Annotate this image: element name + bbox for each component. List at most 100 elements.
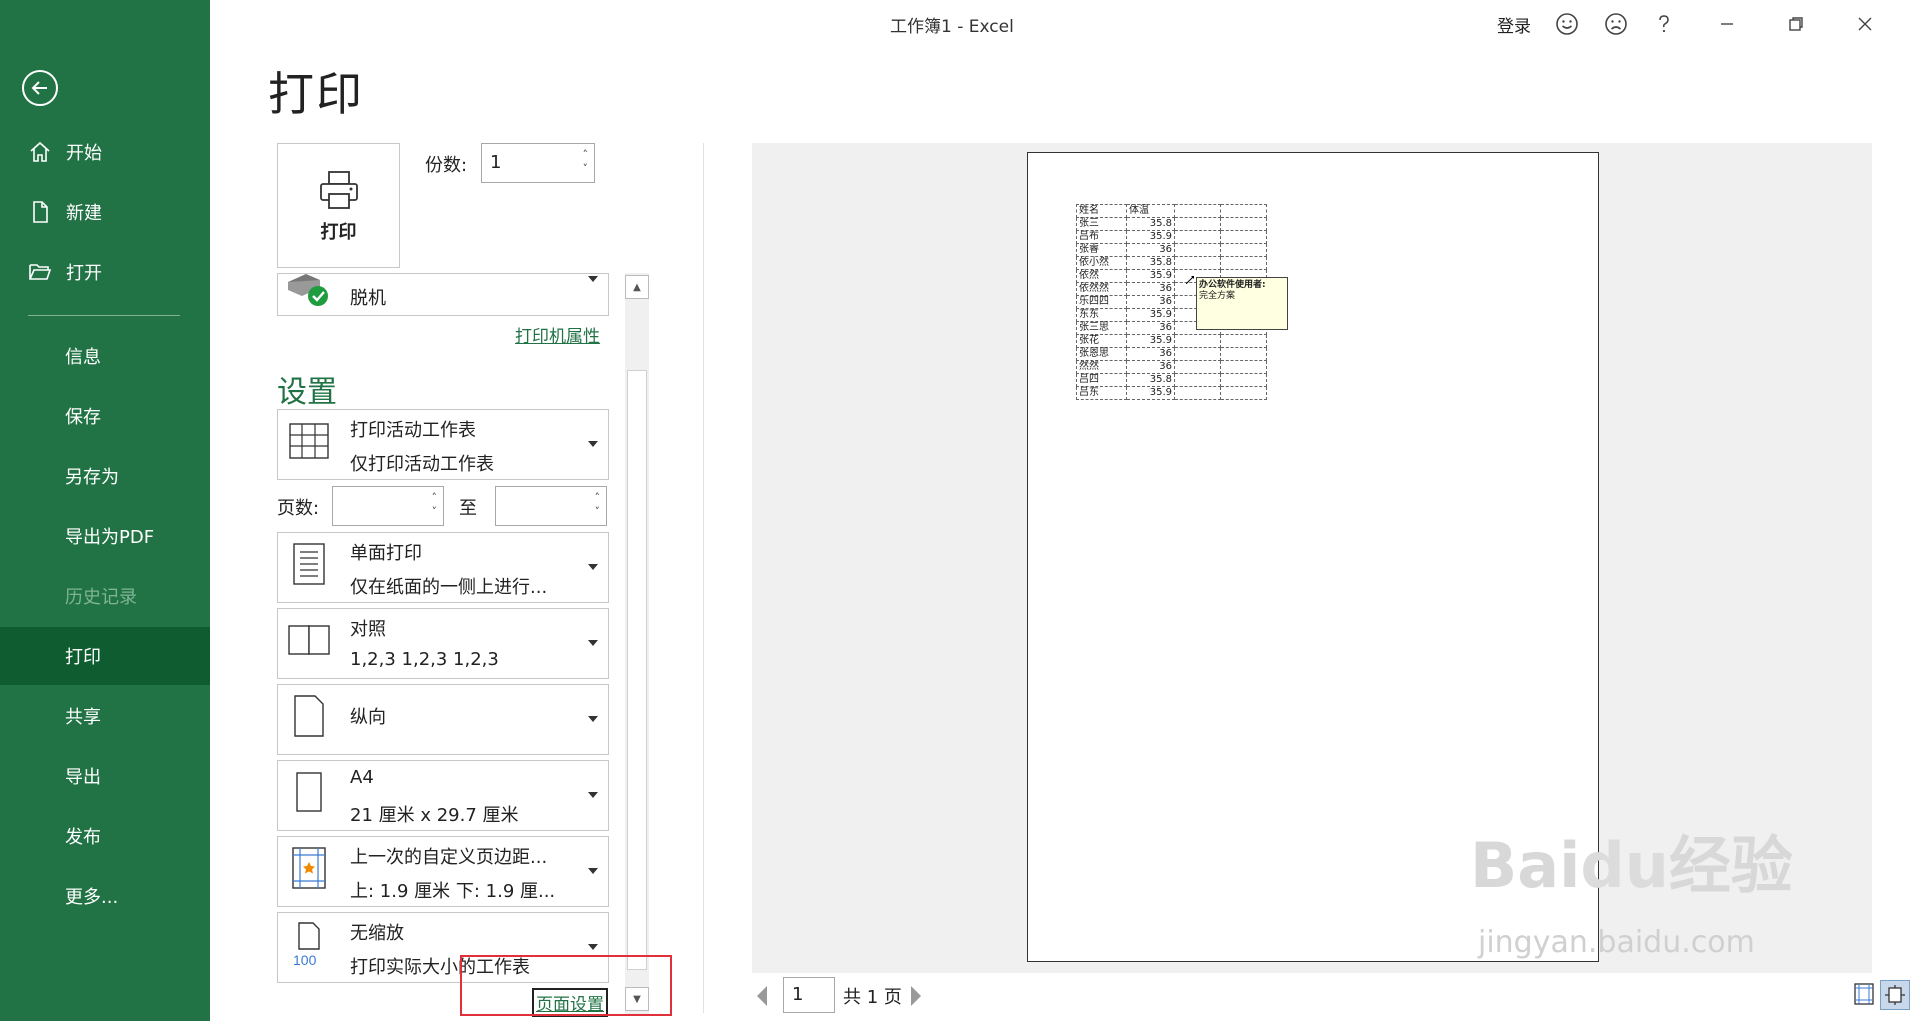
comment-title: 办公软件使用者: <box>1199 280 1266 290</box>
sheet-cell <box>1174 386 1221 400</box>
page-title: 打印 <box>268 67 364 121</box>
settings-pane: 脱机 打印机属性 设置 打印活动工作表 仅打印活动工作表 页数: ˄ ˅ 至 ˄ ˅… <box>277 273 622 1017</box>
sheet-cell: 36 <box>1126 360 1175 374</box>
home-icon <box>28 140 56 164</box>
sidebar-item-home[interactable]: 开始 <box>0 123 210 181</box>
sheet-cell: 36 <box>1126 282 1175 296</box>
sidebar-item-label: 共享 <box>65 707 101 728</box>
sheet-row: 吕四 35.8 <box>1076 373 1267 387</box>
sheet-cell: 依小然 <box>1076 256 1127 270</box>
excel-print-backstage: 开始 新建 打开 信息 保存 另存为 导出为PDF 历史记录 打印 共享 导出 … <box>0 0 1920 1021</box>
sidebar-item-print[interactable]: 打印 <box>0 627 210 685</box>
comment-indicator-icon <box>1186 276 1194 284</box>
chevron-down-icon <box>588 791 598 798</box>
sheet-cell <box>1220 243 1267 257</box>
scroll-thumb[interactable] <box>627 370 647 970</box>
orientation-dropdown[interactable]: 纵向 <box>277 684 609 755</box>
sidebar-item-label: 开始 <box>66 143 102 164</box>
sheet-cell: 36 <box>1126 347 1175 361</box>
sheet-row: 吕东 35.9 <box>1076 386 1267 400</box>
setting-subtitle: 仅在纸面的一侧上进行... <box>350 577 548 598</box>
margins-dropdown[interactable]: 上一次的自定义页边距... 上: 1.9 厘米 下: 1.9 厘... <box>277 836 609 907</box>
sides-dropdown[interactable]: 单面打印 仅在纸面的一侧上进行... <box>277 532 609 603</box>
portrait-page-icon <box>286 693 332 739</box>
back-button[interactable] <box>22 70 58 106</box>
sheet-cell: 张三 <box>1076 217 1127 231</box>
sidebar-item-label: 更多... <box>65 887 119 908</box>
sheet-cell: 体温 <box>1126 204 1175 218</box>
copies-label: 份数: <box>425 155 468 176</box>
sheet-cell: 依然然 <box>1076 282 1127 296</box>
show-margins-icon[interactable] <box>1852 982 1876 1010</box>
sidebar-item-export[interactable]: 导出 <box>0 747 210 805</box>
settings-scrollbar[interactable]: ▲ ▼ <box>625 273 649 1015</box>
sheet-cell: 36 <box>1126 295 1175 309</box>
sheet-cell: 35.8 <box>1126 217 1175 231</box>
prev-page-icon[interactable] <box>755 985 769 1011</box>
printer-properties-link[interactable]: 打印机属性 <box>515 322 600 347</box>
title-bar: 工作簿1 - Excel 登录 <box>210 0 1920 46</box>
print-what-dropdown[interactable]: 打印活动工作表 仅打印活动工作表 <box>277 409 609 480</box>
paper-size-dropdown[interactable]: A4 21 厘米 x 29.7 厘米 <box>277 760 609 831</box>
copies-value: 1 <box>490 152 502 173</box>
sheet-cell <box>1220 334 1267 348</box>
sheet-cell: 吕布 <box>1076 230 1127 244</box>
sidebar-item-more[interactable]: 更多... <box>0 867 210 925</box>
chevron-down-icon <box>588 563 598 570</box>
next-page-icon[interactable] <box>909 985 923 1011</box>
sheet-cell <box>1174 360 1221 374</box>
chevron-down-icon <box>588 867 598 874</box>
sidebar-item-publish[interactable]: 发布 <box>0 807 210 865</box>
printer-dropdown[interactable]: 脱机 <box>277 273 609 316</box>
sheet-cell <box>1220 256 1267 270</box>
help-icon[interactable] <box>1650 10 1678 38</box>
page-from-input[interactable]: ˄ ˅ <box>332 486 444 526</box>
chevron-down-icon <box>588 440 598 447</box>
collate-dropdown[interactable]: 对照 1,2,3 1,2,3 1,2,3 <box>277 608 609 679</box>
spin-arrows-icon[interactable]: ˄ ˅ <box>595 491 601 519</box>
frown-icon[interactable] <box>1602 10 1630 38</box>
sheet-cell: 张三思 <box>1076 321 1127 335</box>
sidebar-item-info[interactable]: 信息 <box>0 327 210 385</box>
copies-stepper[interactable]: 1 ˄ ˅ <box>481 143 595 183</box>
sidebar-item-label: 历史记录 <box>65 587 137 608</box>
arrow-left-icon <box>31 81 47 95</box>
page-number-input[interactable]: 1 <box>783 977 835 1013</box>
sidebar-item-save[interactable]: 保存 <box>0 387 210 445</box>
restore-icon[interactable] <box>1782 10 1810 38</box>
sheet-cell: 张恩思 <box>1076 347 1127 361</box>
sheet-cell <box>1174 334 1221 348</box>
sidebar-item-save-as[interactable]: 另存为 <box>0 447 210 505</box>
setting-subtitle: 上: 1.9 厘米 下: 1.9 厘... <box>350 881 556 902</box>
sheet-cell <box>1174 347 1221 361</box>
svg-text:100: 100 <box>293 952 317 967</box>
spin-arrows-icon[interactable]: ˄ ˅ <box>583 148 589 176</box>
setting-title: 打印活动工作表 <box>350 420 476 441</box>
minimize-icon[interactable] <box>1713 10 1741 38</box>
sheet-cell <box>1220 204 1267 218</box>
chevron-down-icon <box>588 943 598 950</box>
sheet-cell <box>1174 217 1221 231</box>
sidebar-item-share[interactable]: 共享 <box>0 687 210 745</box>
print-button[interactable]: 打印 <box>277 143 400 268</box>
setting-subtitle: 1,2,3 1,2,3 1,2,3 <box>350 649 499 670</box>
sidebar-item-export-pdf[interactable]: 导出为PDF <box>0 507 210 565</box>
collate-icon <box>286 617 332 663</box>
pages-to-label: 至 <box>459 498 477 519</box>
pages-range-row: 页数: ˄ ˅ 至 ˄ ˅ <box>277 486 609 526</box>
sheet-cell: 依然 <box>1076 269 1127 283</box>
sheet-row: 依小然 35.8 <box>1076 256 1267 270</box>
smile-icon[interactable] <box>1553 10 1581 38</box>
sidebar-item-open[interactable]: 打开 <box>0 243 210 301</box>
scroll-up-icon[interactable]: ▲ <box>625 275 649 299</box>
sheet-cell: 36 <box>1126 321 1175 335</box>
sheet-row: 张睿 36 <box>1076 243 1267 257</box>
spin-arrows-icon[interactable]: ˄ ˅ <box>432 491 438 519</box>
login-button[interactable]: 登录 <box>1497 12 1531 37</box>
sidebar-item-new[interactable]: 新建 <box>0 183 210 241</box>
page-to-input[interactable]: ˄ ˅ <box>495 486 607 526</box>
zoom-to-page-icon[interactable] <box>1880 980 1910 1010</box>
cell-comment: 办公软件使用者: 完全方案 <box>1196 277 1288 330</box>
no-scaling-icon: 100 <box>286 921 332 967</box>
close-icon[interactable] <box>1851 10 1879 38</box>
